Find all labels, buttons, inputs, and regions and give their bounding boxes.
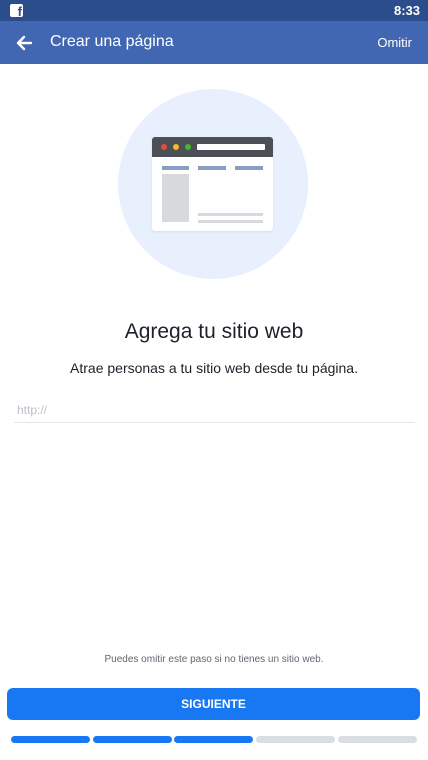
nav-line: [235, 166, 263, 170]
progress-step: [174, 736, 253, 743]
browser-toolbar: [152, 137, 273, 157]
content-line: [198, 220, 263, 223]
website-url-input[interactable]: [14, 398, 415, 423]
progress-step: [256, 736, 335, 743]
status-bar: f 8:33: [0, 0, 428, 21]
sidebar-block: [162, 174, 189, 222]
status-time: 8:33: [393, 3, 420, 18]
address-bar: [197, 144, 265, 150]
arrow-left-icon: [16, 35, 33, 51]
progress-indicator: [11, 736, 417, 743]
skip-button[interactable]: Omitir: [377, 35, 412, 50]
nav-line: [162, 166, 189, 170]
app-bar: Crear una página Omitir: [0, 21, 428, 64]
progress-step: [11, 736, 90, 743]
progress-step: [338, 736, 417, 743]
content-line: [198, 213, 263, 216]
red-dot-icon: [161, 144, 167, 150]
section-subtitle: Atrae personas a tu sitio web desde tu p…: [70, 360, 358, 376]
skip-hint: Puedes omitir este paso si no tienes un …: [104, 654, 324, 665]
page-title: Crear una página: [50, 33, 174, 50]
back-button[interactable]: [10, 29, 38, 57]
progress-step: [93, 736, 172, 743]
facebook-icon: f: [10, 4, 23, 18]
next-button[interactable]: SIGUIENTE: [7, 688, 420, 720]
section-heading: Agrega tu sitio web: [124, 320, 304, 343]
nav-line: [198, 166, 226, 170]
green-dot-icon: [185, 144, 191, 150]
browser-window-illustration: [152, 137, 273, 231]
yellow-dot-icon: [173, 144, 179, 150]
